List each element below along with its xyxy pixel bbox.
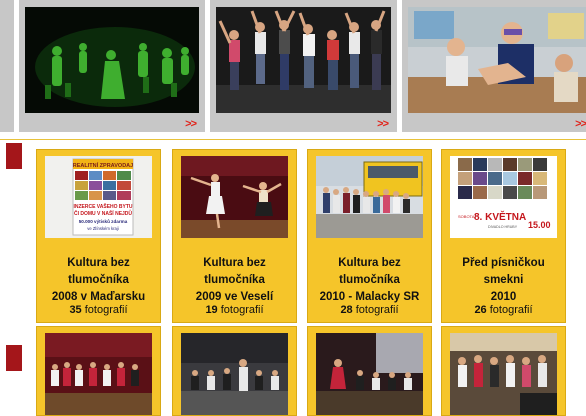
gallery-title-line2[interactable]: 2010: [491, 291, 517, 303]
gallery-thumbnail[interactable]: [181, 333, 288, 415]
flyer-text-line1: INZERCE VAŠEHO BYTU: [73, 202, 132, 210]
gallery-thumbnail[interactable]: REALITNÍ ZPRAVODAJ INZERCE VAŠEHO BYTU Č…: [45, 156, 152, 238]
gallery-card-orchestra-1[interactable]: [36, 326, 161, 416]
flyer-header-text: REALITNÍ ZPRAVODAJ: [73, 161, 133, 169]
gallery-thumbnail[interactable]: [45, 333, 152, 415]
video-thumbnail[interactable]: [216, 7, 391, 113]
gallery-card-orchestra-2[interactable]: [172, 326, 297, 416]
gallery-thumbnail[interactable]: [181, 156, 288, 238]
photo-count-number: 26: [474, 304, 487, 316]
gallery-title-line2[interactable]: 2009 ve Veselí: [196, 291, 273, 303]
gallery-title[interactable]: Kultura bez tlumočníka 2009 ve Veselí: [175, 255, 294, 306]
poster-time-text: 15.00: [528, 220, 551, 230]
gallery-title[interactable]: Kultura bez tlumočníka 2008 v Maďarsku: [39, 255, 158, 306]
video-card-stage[interactable]: >>: [210, 0, 397, 132]
section-marker: [6, 143, 22, 169]
gallery-card-kultura-2008[interactable]: REALITNÍ ZPRAVODAJ INZERCE VAŠEHO BYTU Č…: [36, 149, 161, 323]
photo-count-label: fotografií: [220, 304, 264, 316]
gallery-thumbnail[interactable]: [316, 156, 423, 238]
video-card-classroom[interactable]: >>: [402, 0, 586, 132]
gallery-title[interactable]: Kultura bez tlumočníka 2010 - Malacky SR: [310, 255, 429, 306]
poster-date-text: 8. KVĚTNA: [474, 210, 526, 223]
photo-count: 35 fotografií: [37, 304, 160, 316]
photo-count: 26 fotografií: [442, 304, 565, 316]
photo-count-number: 28: [340, 304, 353, 316]
photo-count-label: fotografií: [489, 304, 533, 316]
more-link-arrows[interactable]: >>: [575, 118, 586, 130]
gallery-card-orchestra-3[interactable]: [307, 326, 432, 416]
section-marker: [6, 345, 22, 371]
previous-item-edge: [0, 0, 14, 132]
gallery-card-kultura-2009[interactable]: Kultura bez tlumočníka 2009 ve Veselí 19…: [172, 149, 297, 323]
gallery-card-pred-pisnickou[interactable]: SOBOTA 8. KVĚTNA DIVADLO HRUBY 15.00 Pře…: [441, 149, 566, 323]
gallery-title-line2[interactable]: 2008 v Maďarsku: [52, 291, 145, 303]
flyer-text-line4: ve Zlínském kraji: [87, 226, 118, 231]
photo-count: 28 fotografií: [308, 304, 431, 316]
flyer-text-line3: 50.000 výtisků zdarma: [79, 218, 128, 224]
gallery-thumbnail[interactable]: [316, 333, 423, 415]
photo-count-number: 35: [69, 304, 82, 316]
gallery-thumbnail[interactable]: [450, 333, 557, 415]
section-divider: [0, 139, 586, 140]
gallery-title[interactable]: Před písničkou smekni 2010: [444, 255, 563, 306]
photo-count-number: 19: [205, 304, 218, 316]
gallery-title-line1[interactable]: Kultura bez tlumočníka: [203, 257, 266, 286]
more-link-arrows[interactable]: >>: [185, 118, 197, 130]
photo-count: 19 fotografií: [173, 304, 296, 316]
gallery-card-group-4[interactable]: [441, 326, 566, 416]
poster-venue-text: DIVADLO HRUBY: [488, 225, 518, 229]
gallery-title-line1[interactable]: Před písničkou smekni: [462, 257, 544, 286]
gallery-thumbnail[interactable]: SOBOTA 8. KVĚTNA DIVADLO HRUBY 15.00: [450, 156, 557, 238]
poster-day-text: SOBOTA: [458, 214, 475, 219]
photo-count-label: fotografií: [355, 304, 399, 316]
gallery-card-kultura-2010[interactable]: Kultura bez tlumočníka 2010 - Malacky SR…: [307, 149, 432, 323]
video-thumbnail[interactable]: [25, 7, 199, 113]
video-card-dance[interactable]: >>: [19, 0, 205, 132]
flyer-text-line2: ČI DOMU V NAŠÍ NEJDŮ: [74, 209, 132, 217]
more-link-arrows[interactable]: >>: [377, 118, 389, 130]
video-thumbnail[interactable]: [408, 7, 586, 113]
gallery-title-line2[interactable]: 2010 - Malacky SR: [320, 291, 420, 303]
gallery-title-line1[interactable]: Kultura bez tlumočníka: [67, 257, 130, 286]
video-strip: >> >> >>: [0, 0, 586, 134]
photo-count-label: fotografií: [84, 304, 128, 316]
gallery-title-line1[interactable]: Kultura bez tlumočníka: [338, 257, 401, 286]
